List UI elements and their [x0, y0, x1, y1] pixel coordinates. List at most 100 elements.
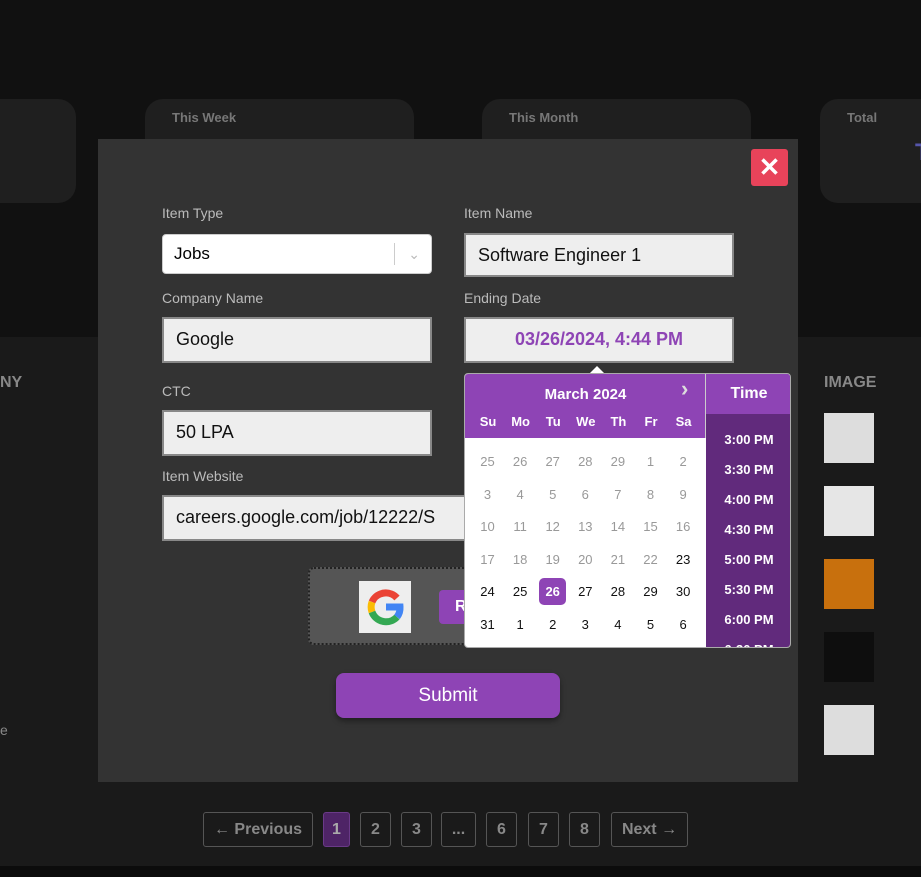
weekday-label: We: [576, 414, 596, 429]
time-option[interactable]: 5:30 PM: [706, 582, 790, 597]
calendar-day[interactable]: 2: [670, 448, 697, 475]
calendar-day[interactable]: 9: [670, 481, 697, 508]
google-logo-preview: [359, 581, 411, 633]
stat-card-total: Total T: [820, 99, 921, 203]
calendar-day[interactable]: 17: [474, 546, 501, 573]
time-option[interactable]: 3:30 PM: [706, 462, 790, 477]
time-option[interactable]: 6:30 PM: [706, 642, 790, 647]
calendar-header: March 2024 › Su Mo Tu We Th Fr Sa: [465, 374, 706, 438]
chevron-down-icon: ⌄: [408, 246, 420, 262]
column-header-company: NY: [0, 374, 23, 391]
column-header-image: IMAGE: [824, 374, 877, 391]
calendar-day[interactable]: 29: [604, 448, 631, 475]
blue-shape-logo: [824, 632, 874, 682]
row-text: e: [0, 722, 8, 738]
item-type-label: Item Type: [162, 205, 224, 221]
calendar-day[interactable]: 5: [637, 611, 664, 638]
weekday-label: Th: [610, 414, 627, 429]
calendar-day[interactable]: 20: [572, 546, 599, 573]
time-option[interactable]: 4:00 PM: [706, 492, 790, 507]
salesforce-logo: [824, 705, 874, 755]
item-type-select[interactable]: Jobs ⌄: [162, 234, 432, 274]
time-list[interactable]: Time 3:00 PM 3:30 PM 4:00 PM 4:30 PM 5:00 PM…: [706, 374, 790, 647]
ctc-label: CTC: [162, 383, 191, 399]
calendar-day[interactable]: 24: [474, 578, 501, 605]
calendar-day[interactable]: 25: [474, 448, 501, 475]
weekday-label: Sa: [675, 414, 692, 429]
calendar-day[interactable]: 27: [539, 448, 566, 475]
calendar-day[interactable]: 14: [604, 513, 631, 540]
calendar-day[interactable]: 10: [474, 513, 501, 540]
calendar-day[interactable]: 7: [604, 481, 631, 508]
ending-date-label: Ending Date: [464, 290, 542, 306]
weekday-label: Tu: [545, 414, 561, 429]
stat-card-today: [0, 99, 76, 203]
calendar-day[interactable]: 27: [572, 578, 599, 605]
calendar-day[interactable]: 5: [539, 481, 566, 508]
calendar-day[interactable]: 15: [637, 513, 664, 540]
select-divider: [394, 243, 395, 265]
calendar-day[interactable]: 29: [637, 578, 664, 605]
calendar-day[interactable]: 2: [539, 611, 566, 638]
calendar-day[interactable]: 4: [507, 481, 534, 508]
weekday-label: Su: [479, 414, 497, 429]
next-page-button[interactable]: Next →: [611, 812, 688, 847]
calendar-day[interactable]: 1: [507, 611, 534, 638]
total-value: T: [915, 139, 921, 167]
ending-date-input[interactable]: 03/26/2024, 4:44 PM: [464, 317, 734, 363]
stat-card-label: This Week: [172, 110, 237, 125]
calendar-day[interactable]: 6: [670, 611, 697, 638]
close-button[interactable]: ✕: [751, 149, 788, 186]
item-name-input[interactable]: Software Engineer 1: [464, 233, 734, 277]
calendar-day[interactable]: 30: [670, 578, 697, 605]
calendar-day[interactable]: 28: [604, 578, 631, 605]
footer-strip: [0, 866, 921, 877]
next-month-icon[interactable]: ›: [681, 376, 688, 402]
page-button[interactable]: 7: [528, 812, 559, 847]
calendar-day[interactable]: 11: [507, 513, 534, 540]
time-option[interactable]: 6:00 PM: [706, 612, 790, 627]
submit-button[interactable]: Submit: [336, 673, 560, 718]
calendar-day[interactable]: 22: [637, 546, 664, 573]
calendar-day[interactable]: 21: [604, 546, 631, 573]
swiggy-logo: [824, 559, 874, 609]
datepicker-popup: March 2024 › Su Mo Tu We Th Fr Sa 25 26 27 28 29 1 2…: [464, 373, 791, 648]
r-logo: [824, 486, 874, 536]
calendar-day[interactable]: 3: [572, 611, 599, 638]
time-option[interactable]: 5:00 PM: [706, 552, 790, 567]
calendar-day[interactable]: 26: [507, 448, 534, 475]
calendar-day[interactable]: 13: [572, 513, 599, 540]
page-button[interactable]: 2: [360, 812, 391, 847]
time-option[interactable]: 4:30 PM: [706, 522, 790, 537]
calendar-day[interactable]: 8: [637, 481, 664, 508]
page-button[interactable]: 1: [323, 812, 350, 847]
calendar-day[interactable]: 28: [572, 448, 599, 475]
page-button[interactable]: ...: [441, 812, 476, 847]
calendar-day[interactable]: 19: [539, 546, 566, 573]
company-name-input[interactable]: Google: [162, 317, 432, 363]
weekday-label: Fr: [644, 414, 658, 429]
page-button[interactable]: 3: [401, 812, 432, 847]
item-website-label: Item Website: [162, 468, 244, 484]
ctc-input[interactable]: 50 LPA: [162, 410, 432, 456]
calendar-day[interactable]: 1: [637, 448, 664, 475]
time-header: Time: [706, 374, 790, 414]
calendar-day[interactable]: 18: [507, 546, 534, 573]
calendar-day[interactable]: 26: [539, 578, 567, 605]
previous-page-button[interactable]: ← Previous: [203, 812, 313, 847]
calendar-day[interactable]: 25: [507, 578, 534, 605]
calendar-day[interactable]: 23: [670, 546, 697, 573]
calendar-day[interactable]: 3: [474, 481, 501, 508]
stat-card-label: This Month: [509, 110, 579, 125]
item-name-label: Item Name: [464, 205, 533, 221]
time-option[interactable]: 3:00 PM: [706, 432, 790, 447]
calendar-day[interactable]: 6: [572, 481, 599, 508]
calendar-day[interactable]: 12: [539, 513, 566, 540]
page-button[interactable]: 6: [486, 812, 517, 847]
roado-logo: [824, 413, 874, 463]
item-website-input[interactable]: careers.google.com/job/12222/S: [162, 495, 482, 541]
page-button[interactable]: 8: [569, 812, 600, 847]
calendar-day[interactable]: 31: [474, 611, 501, 638]
calendar-day[interactable]: 4: [604, 611, 631, 638]
calendar-day[interactable]: 16: [670, 513, 697, 540]
